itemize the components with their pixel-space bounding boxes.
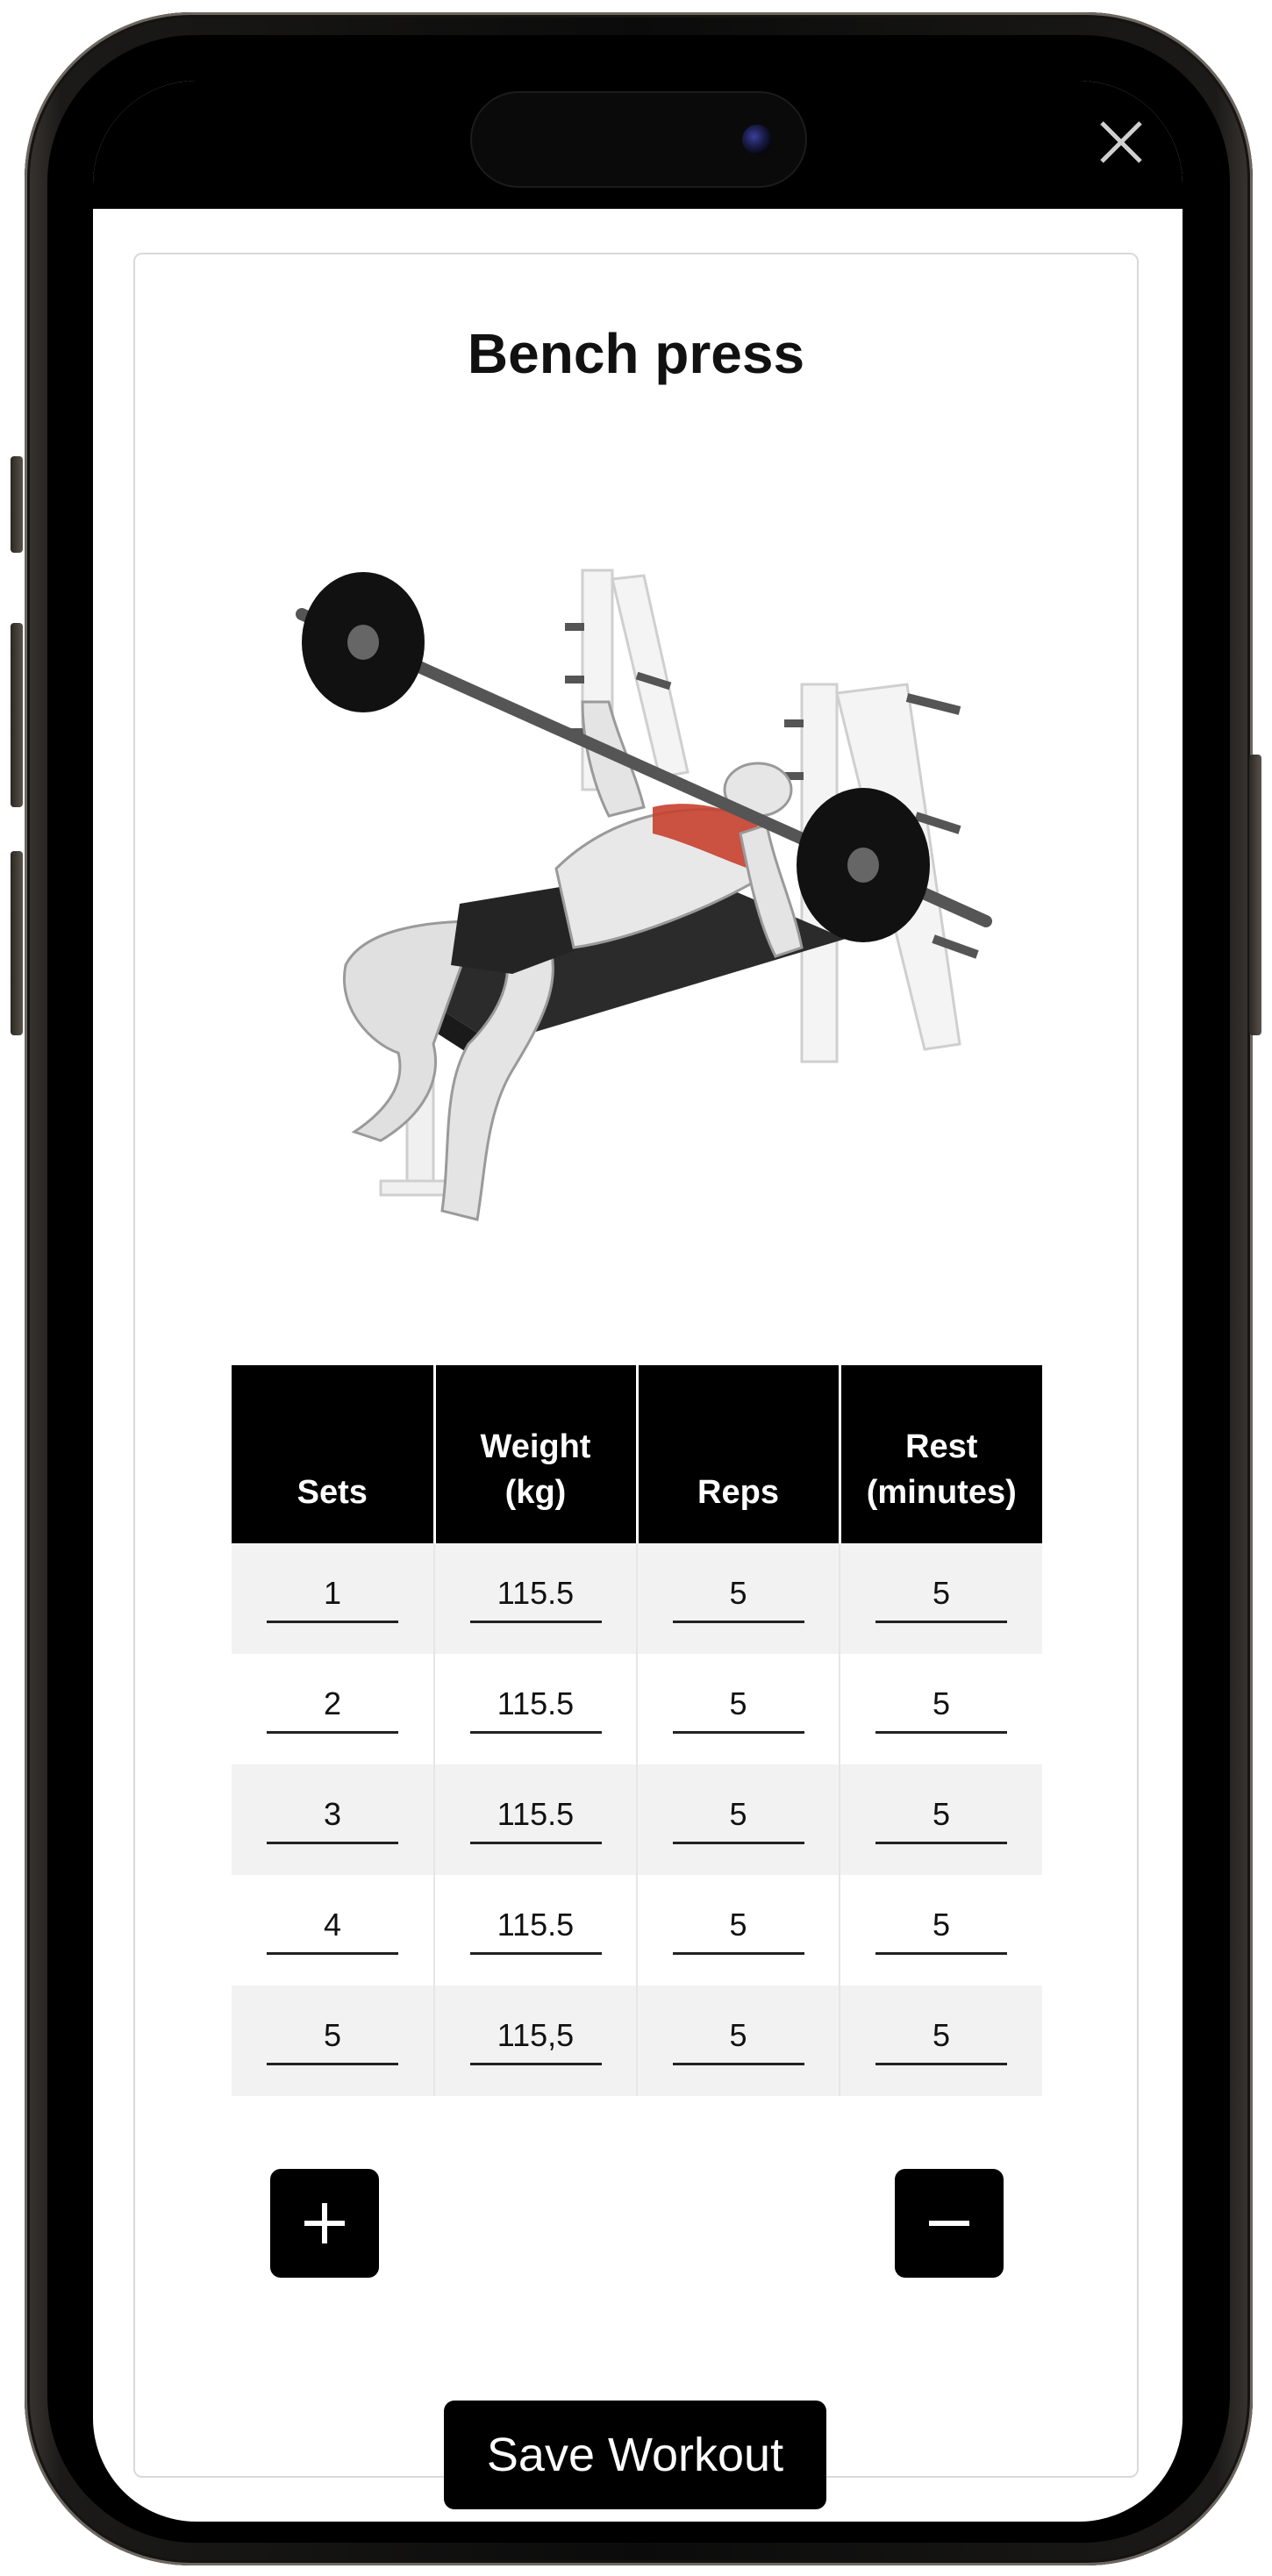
add-set-button[interactable]	[270, 2169, 379, 2278]
weight-input[interactable]: 115.5	[469, 1575, 602, 1623]
screen: Bench press Sets Weight (kg) Reps Rest (…	[93, 81, 1183, 2522]
header-rest: Rest (minutes)	[838, 1365, 1042, 1543]
minus-icon	[929, 2221, 969, 2226]
reps-input[interactable]: 5	[672, 1796, 804, 1844]
table-row: 3 115.5 5 5	[232, 1764, 1042, 1875]
plus-icon	[304, 2203, 345, 2243]
set-number-field[interactable]: 1	[267, 1575, 398, 1623]
save-workout-button[interactable]: Save Workout	[444, 2401, 826, 2509]
weight-input[interactable]: 115,5	[469, 2017, 602, 2065]
camera-icon	[742, 125, 772, 154]
rest-input[interactable]: 5	[875, 1685, 1007, 1734]
set-number-field[interactable]: 4	[267, 1907, 398, 1955]
set-number-field[interactable]: 3	[267, 1796, 398, 1844]
table-row: 2 115.5 5 5	[232, 1654, 1042, 1764]
exercise-title: Bench press	[467, 322, 805, 385]
power-button	[1249, 755, 1261, 1035]
set-number-field[interactable]: 5	[267, 2017, 398, 2065]
table-row: 1 115.5 5 5	[232, 1543, 1042, 1654]
rest-input[interactable]: 5	[875, 2017, 1007, 2065]
reps-input[interactable]: 5	[672, 2017, 804, 2065]
weight-input[interactable]: 115.5	[469, 1796, 602, 1844]
volume-down-button	[11, 851, 23, 1035]
reps-input[interactable]: 5	[672, 1575, 804, 1623]
close-icon	[1100, 121, 1142, 163]
table-header-row: Sets Weight (kg) Reps Rest (minutes)	[232, 1365, 1042, 1543]
top-bar	[93, 81, 1183, 209]
weight-input[interactable]: 115.5	[469, 1907, 602, 1955]
volume-up-button	[11, 623, 23, 807]
rest-input[interactable]: 5	[875, 1575, 1007, 1623]
exercise-card: Bench press Sets Weight (kg) Reps Rest (…	[133, 253, 1139, 2509]
set-number-field[interactable]: 2	[267, 1685, 398, 1734]
weight-input[interactable]: 115.5	[469, 1685, 602, 1734]
table-row: 4 115.5 5 5	[232, 1875, 1042, 1986]
bench-press-illustration	[296, 569, 992, 1221]
reps-input[interactable]: 5	[672, 1685, 804, 1734]
action-button	[11, 456, 23, 553]
header-weight: Weight (kg)	[432, 1365, 637, 1543]
rest-input[interactable]: 5	[875, 1796, 1007, 1844]
close-button[interactable]	[1095, 116, 1147, 168]
table-row: 5 115,5 5 5	[232, 1986, 1042, 2096]
reps-input[interactable]: 5	[672, 1907, 804, 1955]
header-sets: Sets	[232, 1365, 434, 1543]
header-reps: Reps	[635, 1365, 840, 1543]
rest-input[interactable]: 5	[875, 1907, 1007, 1955]
sets-table: Sets Weight (kg) Reps Rest (minutes) 1 1…	[232, 1365, 1042, 2096]
remove-set-button[interactable]	[895, 2169, 1004, 2278]
dynamic-island	[472, 93, 805, 186]
